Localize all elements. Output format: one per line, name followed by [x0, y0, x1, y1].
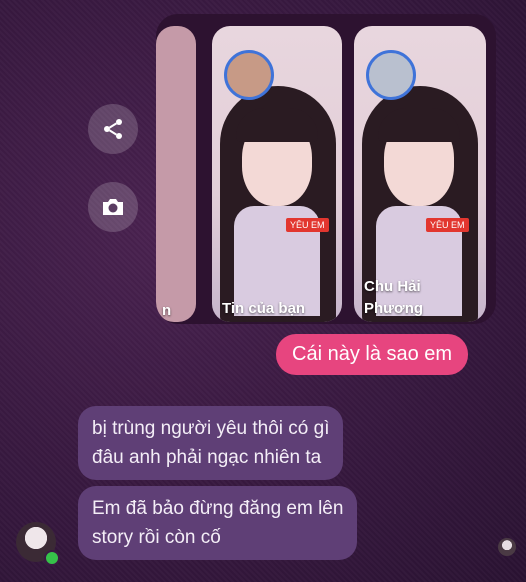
online-status-dot: [44, 550, 60, 566]
story-label-line1: Chu Hải: [364, 278, 421, 295]
message-line: story rồi còn cố: [92, 527, 221, 548]
camera-icon: [103, 199, 123, 215]
share-icon: [104, 119, 122, 139]
story-card-partial[interactable]: n: [156, 26, 196, 322]
story-tag: YÊU EM: [426, 218, 469, 232]
story-label: Tin của bạn: [222, 300, 306, 317]
seen-receipt-avatar: [498, 538, 516, 556]
story-tag: YÊU EM: [286, 218, 329, 232]
received-message-bubble[interactable]: bị trùng người yêu thôi có gì đâu anh ph…: [78, 406, 344, 480]
camera-button[interactable]: [88, 182, 138, 232]
story-card-your-story[interactable]: YÊU EM Tin của bạn: [212, 26, 342, 322]
share-button[interactable]: [88, 104, 138, 154]
received-message-bubble[interactable]: Em đã bảo đừng đăng em lên story rồi còn…: [78, 486, 358, 560]
message-line: đâu anh phải ngạc nhiên ta: [92, 447, 322, 468]
message-line: Em đã bảo đừng đăng em lên: [92, 498, 344, 519]
story-avatar-ring: [366, 50, 416, 100]
story-card-chu-hai-phuong[interactable]: YÊU EM Chu Hải Phương: [354, 26, 486, 322]
story-card-partial-label: n: [162, 302, 172, 319]
sent-message-bubble[interactable]: Cái này là sao em: [276, 334, 469, 375]
story-label-line2: Phương: [364, 300, 424, 317]
story-reply-strip: n YÊU EM Tin của bạn YÊU EM Chu Hải Phươ…: [156, 14, 496, 324]
message-line: bị trùng người yêu thôi có gì: [92, 418, 330, 439]
story-avatar-ring: [224, 50, 274, 100]
